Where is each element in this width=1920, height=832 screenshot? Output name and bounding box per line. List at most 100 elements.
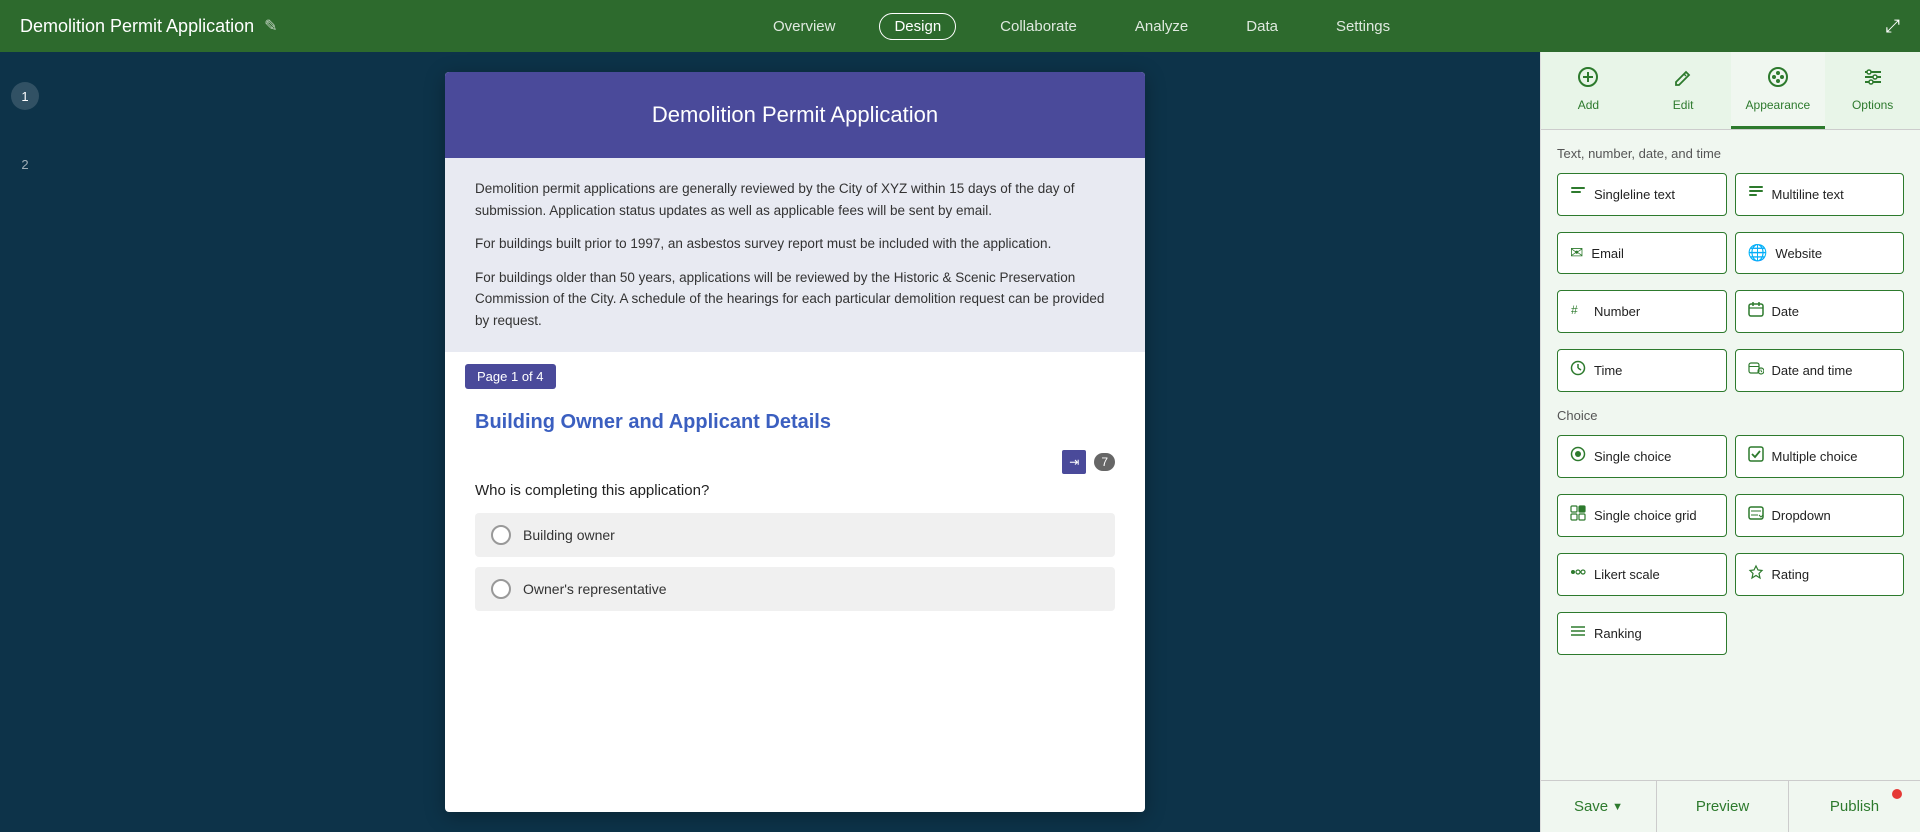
singleline-text-icon (1570, 184, 1586, 205)
widget-multiline-label: Multiline text (1772, 187, 1844, 202)
page-num-2[interactable]: 2 (11, 150, 39, 178)
widget-date-and-time[interactable]: Date and time (1735, 349, 1905, 392)
time-icon (1570, 360, 1586, 381)
widget-grid-5: Single choice Multiple choice (1557, 435, 1904, 478)
description-p2: For buildings built prior to 1997, an as… (475, 233, 1115, 255)
radio-circle-1 (491, 525, 511, 545)
top-navigation: Demolition Permit Application ✎ Overview… (0, 0, 1920, 52)
widget-time[interactable]: Time (1557, 349, 1727, 392)
form-container: Demolition Permit Application Demolition… (445, 72, 1145, 812)
widget-email[interactable]: ✉ Email (1557, 232, 1727, 274)
widget-singleline-text[interactable]: Singleline text (1557, 173, 1727, 216)
nav-analyze[interactable]: Analyze (1121, 14, 1202, 39)
publish-button[interactable]: Publish (1789, 781, 1920, 832)
main-content: 1 2 Demolition Permit Application Demoli… (0, 52, 1920, 832)
tab-add[interactable]: Add (1541, 52, 1636, 129)
section-title: Building Owner and Applicant Details (445, 401, 1145, 450)
widget-ranking[interactable]: Ranking (1557, 612, 1727, 655)
widget-grid-1: Singleline text Multiline text (1557, 173, 1904, 216)
website-icon: 🌐 (1748, 243, 1768, 263)
likert-scale-icon (1570, 564, 1586, 585)
multiple-choice-icon (1748, 446, 1764, 467)
form-header: Demolition Permit Application (445, 72, 1145, 158)
widget-website-label: Website (1775, 246, 1822, 261)
publish-label: Publish (1830, 798, 1879, 815)
right-panel: Add Edit Appearance Options (1540, 52, 1920, 832)
widget-number[interactable]: # Number (1557, 290, 1727, 333)
tab-edit[interactable]: Edit (1636, 52, 1731, 129)
widget-ranking-label: Ranking (1594, 626, 1642, 641)
widget-email-label: Email (1591, 246, 1624, 261)
widget-single-choice[interactable]: Single choice (1557, 435, 1727, 478)
widget-date[interactable]: Date (1735, 290, 1905, 333)
widget-single-choice-grid[interactable]: Single choice grid (1557, 494, 1727, 537)
appearance-tab-icon (1767, 66, 1789, 94)
widget-date-and-time-label: Date and time (1772, 363, 1853, 378)
widget-likert-label: Likert scale (1594, 567, 1660, 582)
widget-likert-scale[interactable]: Likert scale (1557, 553, 1727, 596)
question-text: Who is completing this application? (475, 482, 1115, 499)
widget-multiple-choice[interactable]: Multiple choice (1735, 435, 1905, 478)
save-button[interactable]: Save ▼ (1541, 781, 1657, 832)
option-owners-representative[interactable]: Owner's representative (475, 567, 1115, 611)
radio-circle-2 (491, 579, 511, 599)
tab-appearance[interactable]: Appearance (1731, 52, 1826, 129)
question-toolbar: ⇥ 7 (475, 450, 1115, 474)
nav-settings[interactable]: Settings (1322, 14, 1404, 39)
description-p3: For buildings older than 50 years, appli… (475, 267, 1115, 332)
multiline-text-icon (1748, 184, 1764, 205)
ranking-icon (1570, 623, 1586, 644)
single-choice-icon (1570, 446, 1586, 467)
widget-singleline-label: Singleline text (1594, 187, 1675, 202)
widget-website[interactable]: 🌐 Website (1735, 232, 1905, 274)
preview-button[interactable]: Preview (1657, 781, 1789, 832)
tab-options[interactable]: Options (1825, 52, 1920, 129)
tab-edit-label: Edit (1673, 98, 1694, 112)
nav-collaborate[interactable]: Collaborate (986, 14, 1091, 39)
dropdown-icon (1748, 505, 1764, 526)
nav-overview[interactable]: Overview (759, 14, 850, 39)
move-question-icon[interactable]: ⇥ (1062, 450, 1086, 474)
bottom-bar: Save ▼ Preview Publish (1541, 780, 1920, 832)
widget-grid-4: Time Date and time (1557, 349, 1904, 392)
share-icon[interactable]: ⤢ (1886, 16, 1900, 37)
nav-data[interactable]: Data (1232, 14, 1292, 39)
form-body: Page 1 of 4 Building Owner and Applicant… (445, 352, 1145, 641)
widget-multiple-choice-label: Multiple choice (1772, 449, 1858, 464)
option-building-owner[interactable]: Building owner (475, 513, 1115, 557)
choice-section-label: Choice (1557, 408, 1904, 423)
widget-date-label: Date (1772, 304, 1799, 319)
widget-number-label: Number (1594, 304, 1640, 319)
form-title: Demolition Permit Application (465, 102, 1125, 128)
question-count: 7 (1094, 453, 1115, 471)
date-and-time-icon (1748, 360, 1764, 381)
widget-single-choice-grid-label: Single choice grid (1594, 508, 1697, 523)
text-section-label: Text, number, date, and time (1557, 146, 1904, 161)
form-description: Demolition permit applications are gener… (445, 158, 1145, 352)
rating-icon (1748, 564, 1764, 585)
widget-grid-6: Single choice grid Dropdown (1557, 494, 1904, 537)
page-sidebar: 1 2 (0, 52, 50, 832)
save-dropdown-icon[interactable]: ▼ (1612, 801, 1623, 813)
widget-rating[interactable]: Rating (1735, 553, 1905, 596)
question-area: ⇥ 7 Who is completing this application? … (445, 450, 1145, 641)
svg-text:#: # (1571, 303, 1578, 317)
canvas-area: Demolition Permit Application Demolition… (50, 52, 1540, 832)
edit-tab-icon (1672, 66, 1694, 94)
widget-multiline-text[interactable]: Multiline text (1735, 173, 1905, 216)
option-label-2: Owner's representative (523, 581, 667, 597)
widget-dropdown[interactable]: Dropdown (1735, 494, 1905, 537)
tab-appearance-label: Appearance (1746, 98, 1811, 112)
nav-right: ⤢ (1886, 16, 1900, 37)
email-icon: ✉ (1570, 243, 1583, 263)
number-icon: # (1570, 301, 1586, 322)
app-title-group: Demolition Permit Application ✎ (20, 16, 278, 37)
edit-title-icon[interactable]: ✎ (264, 16, 277, 36)
nav-center: Overview Design Collaborate Analyze Data… (278, 13, 1886, 40)
widget-grid-8: Ranking (1557, 612, 1904, 655)
options-tab-icon (1862, 66, 1884, 94)
widget-rating-label: Rating (1772, 567, 1810, 582)
widget-dropdown-label: Dropdown (1772, 508, 1831, 523)
page-num-1[interactable]: 1 (11, 82, 39, 110)
nav-design[interactable]: Design (879, 13, 956, 40)
